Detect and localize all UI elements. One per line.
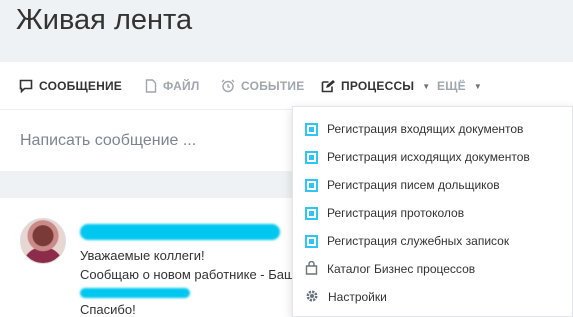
menu-item-label: Настройки	[328, 290, 387, 304]
avatar[interactable]	[20, 218, 66, 264]
chevron-down-icon: ▼	[473, 81, 482, 91]
redacted-author	[80, 224, 280, 240]
tab-message[interactable]: СООБЩЕНИЕ	[19, 76, 122, 96]
tab-more-label: ЕЩЁ	[437, 79, 466, 93]
tab-file-label: ФАЙЛ	[163, 79, 200, 93]
menu-item-outgoing-docs[interactable]: Регистрация исходящих документов	[305, 147, 530, 167]
shopping-bag-icon	[305, 260, 318, 278]
business-process-icon	[305, 206, 318, 220]
menu-item-label: Регистрация писем дольщиков	[327, 178, 500, 192]
tab-file[interactable]: ФАЙЛ	[145, 76, 199, 96]
menu-item-label: Регистрация протоколов	[327, 206, 465, 220]
business-process-icon	[305, 234, 318, 248]
post-text-line: Уважаемые коллеги!	[80, 248, 205, 263]
menu-item-memos[interactable]: Регистрация служебных записок	[305, 231, 509, 251]
chevron-down-icon: ▼	[422, 81, 431, 91]
menu-item-label: Каталог Бизнес процессов	[327, 262, 476, 276]
file-icon	[145, 79, 157, 93]
menu-item-shareholder-letters[interactable]: Регистрация писем дольщиков	[305, 175, 500, 195]
tab-event[interactable]: СОБЫТИЕ	[221, 76, 304, 96]
tab-more[interactable]: ЕЩЁ ▼	[437, 76, 482, 96]
alarm-clock-icon	[221, 79, 235, 93]
menu-item-label: Регистрация исходящих документов	[327, 150, 530, 164]
business-process-icon	[305, 150, 318, 164]
menu-item-protocols[interactable]: Регистрация протоколов	[305, 203, 464, 223]
post-text-line: Спасибо!	[80, 302, 136, 317]
edit-icon	[321, 79, 335, 93]
page-title: Живая лента	[16, 4, 193, 36]
message-input[interactable]: Написать сообщение ...	[20, 132, 196, 150]
menu-item-settings[interactable]: Настройки	[305, 287, 387, 307]
post-text-line: Сообщаю о новом работнике - Баш	[80, 267, 295, 282]
tab-processes-label: ПРОЦЕССЫ	[341, 79, 415, 93]
business-process-icon	[305, 178, 318, 192]
gear-icon	[305, 289, 319, 306]
menu-item-label: Регистрация входящих документов	[327, 122, 524, 136]
redacted-name	[80, 288, 190, 298]
tab-processes[interactable]: ПРОЦЕССЫ ▼	[321, 76, 430, 96]
menu-item-label: Регистрация служебных записок	[327, 234, 510, 248]
composer-tabs: СООБЩЕНИЕ ФАЙЛ СОБЫТИЕ ПРОЦЕССЫ ▼ ЕЩЁ ▼	[0, 62, 573, 110]
tab-message-label: СООБЩЕНИЕ	[39, 79, 122, 93]
tab-event-label: СОБЫТИЕ	[241, 79, 305, 93]
message-icon	[19, 79, 33, 93]
menu-item-incoming-docs[interactable]: Регистрация входящих документов	[305, 119, 523, 139]
processes-dropdown-menu: Регистрация входящих документов Регистра…	[292, 106, 573, 317]
business-process-icon	[305, 122, 318, 136]
menu-item-bp-catalog[interactable]: Каталог Бизнес процессов	[305, 259, 475, 279]
